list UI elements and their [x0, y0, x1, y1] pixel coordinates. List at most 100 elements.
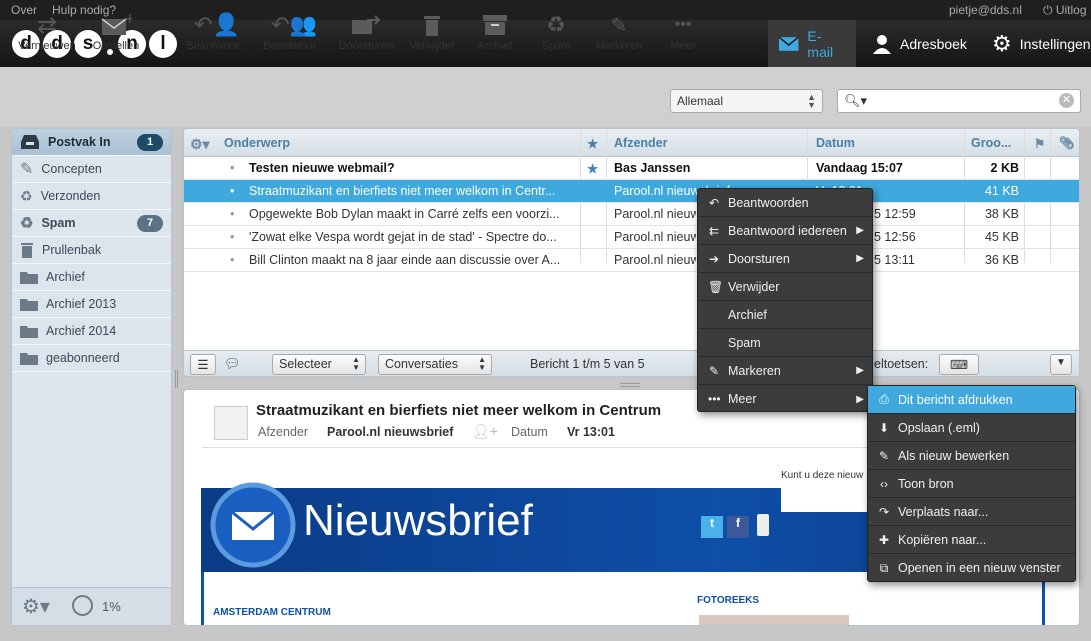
menu-item-mark[interactable]: ✎ Markeren ▶ — [698, 357, 872, 385]
table-row[interactable]: • Testen nieuwe webmail? ★ Bas Janssen V… — [184, 157, 1079, 180]
menu-item-move-to[interactable]: ↷ Verplaats naar... — [868, 498, 1075, 526]
photo-thumbnail[interactable] — [699, 615, 849, 625]
star-icon[interactable]: ★ — [587, 161, 598, 176]
reply-button[interactable]: ↶👤 Beantwoor... — [182, 10, 252, 52]
table-row[interactable]: • 'Zowat elke Vespa wordt gejat in de st… — [184, 226, 1079, 249]
reply-all-button[interactable]: ↶👥 Beantwoor... — [259, 10, 329, 52]
forward-button[interactable]: Doorsturen — [336, 10, 396, 52]
nav-settings[interactable]: ⚙ Instellingen — [982, 20, 1091, 67]
forward-icon — [352, 15, 381, 34]
threads-icon[interactable]: 💬︎ — [224, 356, 241, 372]
folder-spam[interactable]: ♻ Spam 7 — [12, 210, 171, 237]
copy-icon: ✚ — [878, 532, 890, 547]
table-row[interactable]: • Bill Clinton maakt na 8 jaar einde aan… — [184, 249, 1079, 272]
table-row[interactable]: • Straatmuzikant en bierfiets niet meer … — [184, 180, 1079, 203]
folder-inbox[interactable]: Postvak In 1 — [12, 129, 171, 156]
list-view-button[interactable]: ☰ — [190, 354, 216, 375]
folder-drafts[interactable]: ✎ Concepten — [12, 156, 171, 183]
message-count: Bericht 1 t/m 5 van 5 — [530, 357, 645, 371]
attachment-column-icon[interactable]: 📎︎ — [1059, 136, 1075, 151]
download-icon: ⬇ — [878, 420, 890, 435]
threads-menu-button[interactable]: Conversaties ▲ ▼ — [378, 354, 492, 375]
menu-item-print[interactable]: ⎙ Dit bericht afdrukken — [868, 386, 1075, 414]
search-input[interactable]: 🔍︎▾ ✕ — [837, 89, 1081, 113]
column-date[interactable]: Datum — [816, 136, 855, 150]
menu-item-save-eml[interactable]: ⬇ Opslaan (.eml) — [868, 414, 1075, 442]
code-icon: ‹› — [880, 476, 888, 491]
folder-archive[interactable]: Archief — [12, 264, 171, 291]
menu-item-view-source[interactable]: ‹› Toon bron — [868, 470, 1075, 498]
folder-archive-2013[interactable]: Archief 2013 — [12, 291, 171, 318]
column-from[interactable]: Afzender — [614, 136, 667, 150]
mobile-icon[interactable] — [757, 514, 769, 536]
envelope-badge-icon — [210, 482, 296, 568]
flag-column-icon[interactable]: ⚑ — [1034, 136, 1045, 151]
dots-icon: ••• — [708, 392, 721, 406]
unread-badge: 1 — [137, 134, 163, 151]
menu-item-reply[interactable]: ↶ Beantwoorden — [698, 189, 872, 217]
section-left-title: AMSTERDAM CENTRUM — [213, 607, 331, 618]
folder-archive-2014[interactable]: Archief 2014 — [12, 318, 171, 345]
pane-splitter-horizontal[interactable] — [620, 383, 640, 387]
folder-subscribed[interactable]: geabonneerd — [12, 345, 171, 372]
reply-icon: ↶👤 — [194, 12, 240, 37]
pencil-icon: ✎ — [610, 14, 628, 37]
menu-item-open-new-window[interactable]: ⧉ Openen in een nieuw venster — [868, 554, 1075, 582]
menu-item-reply-all[interactable]: ⇇ Beantwoord iedereen ▶ — [698, 217, 872, 245]
folder-sent[interactable]: ♻ Verzonden — [12, 183, 171, 210]
expand-button[interactable]: ▼ — [1050, 354, 1072, 375]
delete-button[interactable]: Verwijder — [406, 10, 458, 52]
chevron-right-icon: ▶ — [856, 253, 864, 264]
chevron-right-icon: ▶ — [856, 393, 864, 405]
refresh-icon: ⇄ — [36, 11, 58, 39]
menu-item-delete[interactable]: 🗑︎ Verwijder — [698, 273, 872, 301]
add-contact-icon[interactable]: 👤︎+ — [472, 423, 498, 440]
mark-button[interactable]: ✎ Markeren — [592, 10, 646, 53]
sent-icon: ♻ — [20, 187, 33, 204]
menu-item-more[interactable]: ••• Meer ▶ — [698, 385, 872, 413]
keyboard-icon: ⌨ — [949, 358, 969, 372]
select-menu-button[interactable]: Selecteer ▲ ▼ — [272, 354, 366, 375]
keyboard-button[interactable]: ⌨ — [939, 354, 979, 375]
clear-search-icon[interactable]: ✕ — [1059, 93, 1074, 108]
banner-title: Nieuwsbrief — [303, 496, 533, 545]
refresh-button[interactable]: ⇄ Vernieuwen — [14, 10, 80, 53]
column-size[interactable]: Groo... — [971, 136, 1011, 150]
gear-icon[interactable]: ⚙▾ — [22, 594, 50, 619]
compose-button[interactable]: + Opstellen — [88, 10, 144, 52]
more-submenu: ⎙ Dit bericht afdrukken ⬇ Opslaan (.eml) ✎… — [867, 385, 1076, 582]
pencil-icon: ✎ — [708, 363, 720, 378]
more-button[interactable]: ••• Meer — [664, 10, 702, 52]
menu-item-spam[interactable]: Spam — [698, 329, 872, 357]
facebook-icon[interactable]: f — [727, 516, 749, 538]
section-right-title: FOTOREEKS — [697, 595, 760, 606]
message-list: ⚙▾ Onderwerp ★ Afzender Datum Groo... ⚑ … — [183, 128, 1080, 377]
list-options-icon[interactable]: ⚙▾ — [190, 136, 210, 153]
star-column-icon[interactable]: ★ — [587, 136, 598, 151]
menu-item-edit-as-new[interactable]: ✎ Als nieuw bewerken — [868, 442, 1075, 470]
pane-splitter[interactable] — [175, 370, 178, 388]
envelope-icon — [778, 36, 799, 51]
compose-icon: + — [101, 13, 132, 35]
preview-date: Vr 13:01 — [567, 425, 615, 439]
menu-item-archive[interactable]: Archief — [698, 301, 872, 329]
filter-select[interactable]: Allemaal ▲ ▼ — [670, 89, 823, 113]
pencil-icon: ✎ — [20, 161, 34, 178]
recycle-icon: ♻ — [546, 12, 566, 37]
nav-email[interactable]: E-mail — [768, 20, 856, 67]
archive-button[interactable]: Archief — [472, 10, 518, 52]
view-online-text[interactable]: Kunt u deze nieuw — [781, 470, 863, 481]
preview-from[interactable]: Parool.nl nieuwsbrief — [327, 425, 453, 439]
column-subject[interactable]: Onderwerp — [224, 136, 290, 150]
folder-trash[interactable]: Prullenbak — [12, 237, 171, 264]
logout-link[interactable]: ⏻ Uitlog — [1043, 3, 1087, 18]
menu-item-copy-to[interactable]: ✚ Kopiëren naar... — [868, 526, 1075, 554]
menu-item-forward[interactable]: ➔ Doorsturen ▶ — [698, 245, 872, 273]
table-row[interactable]: • Opgewekte Bob Dylan maakt in Carré zel… — [184, 203, 1079, 226]
list-icon: ☰ — [197, 358, 209, 372]
reply-icon: ↶ — [708, 195, 720, 210]
nav-contacts[interactable]: Adresboek — [862, 20, 977, 67]
twitter-icon[interactable]: t — [701, 516, 723, 538]
select-arrows-icon: ▲ ▼ — [807, 92, 816, 110]
spam-button[interactable]: ♻ Spam — [535, 10, 577, 52]
